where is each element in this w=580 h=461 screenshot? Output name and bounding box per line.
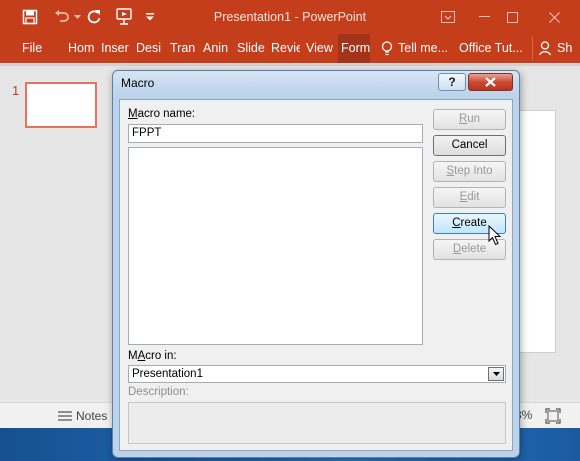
cancel-button[interactable]: Cancel xyxy=(433,135,506,156)
run-key: R xyxy=(458,113,468,125)
macro-dialog: Macro ? Macro name: FPPT MAcro in: Prese… xyxy=(112,70,520,458)
macro-name-input[interactable]: FPPT xyxy=(128,124,423,143)
tab-home[interactable]: Hom xyxy=(68,34,97,63)
macro-in-label: MAcro in: xyxy=(128,350,177,362)
run-rest: un xyxy=(467,113,481,125)
tab-review[interactable]: Revie xyxy=(271,34,300,63)
tab-format[interactable]: Form xyxy=(338,34,370,63)
delete-rest: elete xyxy=(461,243,487,255)
macro-in-label-start: M xyxy=(128,350,138,362)
close-icon xyxy=(485,77,496,87)
window-close-button[interactable] xyxy=(536,0,572,34)
present-from-beginning-button[interactable] xyxy=(110,6,138,28)
share-button[interactable]: Sh xyxy=(532,37,580,60)
tab-office-tut[interactable]: Office Tut... xyxy=(459,34,523,63)
macro-in-select[interactable]: Presentation1 xyxy=(128,365,506,383)
tab-design[interactable]: Desi xyxy=(136,34,163,63)
edit-rest: dit xyxy=(467,191,480,203)
create-rest: reate xyxy=(460,217,487,229)
maximize-icon xyxy=(506,11,518,23)
description-box xyxy=(128,402,506,444)
tab-slide-show[interactable]: Slide xyxy=(237,34,266,63)
tab-file[interactable]: File xyxy=(22,34,46,63)
macro-list[interactable] xyxy=(128,147,423,345)
redo-icon xyxy=(87,10,101,24)
description-label: Description: xyxy=(128,386,189,398)
chevron-down-icon xyxy=(492,372,500,376)
dialog-title: Macro xyxy=(121,76,155,90)
notes-button[interactable]: Notes xyxy=(58,403,107,428)
tab-animations[interactable]: Anin xyxy=(203,34,230,63)
tab-view[interactable]: View xyxy=(306,34,334,63)
edit-button[interactable]: Edit xyxy=(433,187,506,208)
customize-qat-button[interactable] xyxy=(143,6,157,28)
notes-label: Notes xyxy=(76,408,108,423)
macro-name-label: Macro name: xyxy=(128,108,195,120)
macro-in-label-rest: cro in: xyxy=(145,350,177,362)
tab-insert[interactable]: Inser xyxy=(101,34,129,63)
chevron-down-icon xyxy=(73,14,81,19)
minimize-icon xyxy=(478,16,490,17)
fit-to-window-icon xyxy=(545,408,561,424)
macro-in-value: Presentation1 xyxy=(132,368,203,380)
maximize-button[interactable] xyxy=(494,0,530,34)
tell-me-box[interactable]: Tell me... xyxy=(398,34,452,63)
dialog-body: Macro name: FPPT MAcro in: Presentation1… xyxy=(119,99,513,451)
mouse-pointer-icon xyxy=(488,225,502,246)
tell-me-icon xyxy=(381,41,393,57)
fit-slide-button[interactable] xyxy=(545,408,561,424)
create-key: C xyxy=(452,217,461,229)
close-icon xyxy=(548,11,560,23)
tab-transitions[interactable]: Tran xyxy=(170,34,196,63)
notes-icon xyxy=(58,410,72,421)
help-button[interactable]: ? xyxy=(438,73,466,91)
ribbon-tab-bar: File Hom Inser Desi Tran Anin Slide Revi… xyxy=(0,34,580,63)
ribbon-display-options-button[interactable] xyxy=(430,0,466,34)
step-into-button[interactable]: Step Into xyxy=(433,161,506,182)
undo-icon xyxy=(55,10,69,22)
slide-thumbnail[interactable] xyxy=(25,82,97,128)
customize-qat-icon xyxy=(146,13,154,21)
macro-name-label-key: M xyxy=(128,108,138,120)
ribbon-display-options-icon xyxy=(441,11,455,23)
save-icon xyxy=(22,9,38,25)
step-into-key: S xyxy=(446,165,455,177)
slide-number: 1 xyxy=(12,83,20,98)
run-button[interactable]: Run xyxy=(433,109,506,130)
save-button[interactable] xyxy=(18,6,42,28)
undo-button[interactable] xyxy=(50,6,74,28)
title-bar: Presentation1 - PowerPoint xyxy=(0,0,580,34)
dialog-title-bar[interactable]: Macro ? xyxy=(113,71,519,95)
share-label: Sh xyxy=(557,41,573,55)
macro-in-dropdown-button[interactable] xyxy=(488,367,504,381)
present-from-beginning-icon xyxy=(116,8,132,25)
delete-key: D xyxy=(452,243,462,255)
person-icon xyxy=(539,41,552,56)
undo-dropdown[interactable] xyxy=(72,6,82,28)
step-into-rest: tep Into xyxy=(454,165,493,177)
redo-button[interactable] xyxy=(84,6,104,28)
dialog-close-button[interactable] xyxy=(468,73,513,91)
macro-name-label-rest: acro name: xyxy=(137,108,196,120)
